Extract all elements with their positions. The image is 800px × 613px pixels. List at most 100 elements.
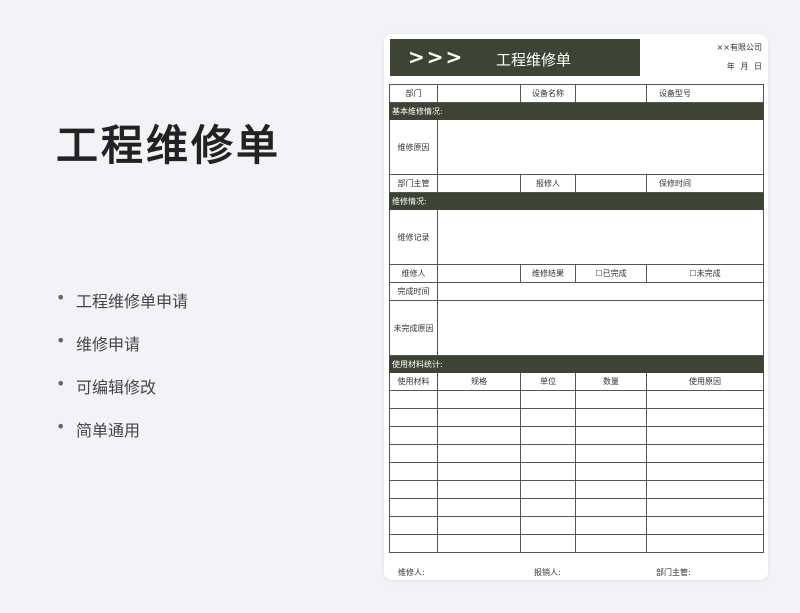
repair-form-table: 部门 设备名称 设备型号 基本维修情况: 维修原因 部门主管 报修人 保修时间 …	[389, 84, 764, 553]
column-header: 使用材料	[389, 372, 438, 391]
feature-list: • 工程维修单申请 • 维修申请 • 可编辑修改 • 简单通用	[56, 288, 188, 460]
table-cell[interactable]	[437, 390, 521, 409]
finish-time-label: 完成时间	[389, 282, 438, 301]
device-model-cell[interactable]: 设备型号	[646, 84, 764, 103]
table-cell[interactable]	[437, 516, 521, 535]
table-header-row: 使用材料 规格 单位 数量 使用原因	[389, 372, 764, 391]
table-cell[interactable]	[437, 462, 521, 481]
repair-reason-field[interactable]	[437, 119, 764, 175]
table-cell[interactable]	[575, 516, 647, 535]
repair-record-field[interactable]	[437, 209, 764, 265]
column-header: 使用原因	[646, 372, 764, 391]
table-row	[389, 426, 764, 445]
table-cell[interactable]	[575, 498, 647, 517]
table-cell[interactable]	[646, 480, 764, 499]
device-model-label: 设备型号	[659, 89, 691, 98]
table-cell[interactable]	[646, 462, 764, 481]
table-row	[389, 480, 764, 499]
table-cell[interactable]	[520, 408, 576, 427]
table-cell[interactable]	[520, 534, 576, 553]
table-cell[interactable]	[389, 462, 438, 481]
table-cell[interactable]	[437, 444, 521, 463]
table-cell[interactable]	[520, 480, 576, 499]
feature-label: 维修申请	[76, 335, 141, 354]
table-row	[389, 516, 764, 535]
table-row	[389, 534, 764, 553]
table-cell[interactable]	[646, 534, 764, 553]
table-cell[interactable]	[437, 498, 521, 517]
dept-manager-label: 部门主管	[389, 174, 438, 193]
table-cell[interactable]	[575, 462, 647, 481]
table-cell[interactable]	[520, 426, 576, 445]
table-cell[interactable]	[389, 390, 438, 409]
table-row: 未完成原因	[389, 300, 764, 356]
date-line: 年 月 日	[726, 62, 762, 71]
reporter-field[interactable]	[575, 174, 647, 193]
table-cell[interactable]	[389, 444, 438, 463]
table-cell[interactable]	[575, 444, 647, 463]
footer-repairer-label: 维修人:	[398, 568, 425, 577]
section-material-header: 使用材料统计:	[389, 355, 764, 373]
table-cell[interactable]	[437, 426, 521, 445]
unfinished-reason-field[interactable]	[437, 300, 764, 356]
document-preview[interactable]: >>> 工程维修单 ××有限公司 年 月 日 部门 设备名称 设备型号 基本维修…	[384, 34, 768, 580]
table-row	[389, 462, 764, 481]
dept-label: 部门	[389, 84, 438, 103]
table-cell[interactable]	[520, 516, 576, 535]
document-title: 工程维修单	[496, 51, 572, 69]
table-cell[interactable]	[389, 480, 438, 499]
table-cell[interactable]	[646, 444, 764, 463]
dept-field[interactable]	[437, 84, 521, 103]
table-cell[interactable]	[520, 498, 576, 517]
feature-item: • 简单通用	[56, 417, 188, 460]
table-cell[interactable]	[437, 408, 521, 427]
feature-item: • 维修申请	[56, 331, 188, 374]
table-cell[interactable]	[520, 390, 576, 409]
dept-manager-field[interactable]	[437, 174, 521, 193]
finish-time-field[interactable]	[437, 282, 764, 301]
not-completed-checkbox[interactable]: ☐未完成	[646, 264, 764, 283]
table-cell[interactable]	[520, 462, 576, 481]
table-row	[389, 408, 764, 427]
reporter-label: 报修人	[520, 174, 576, 193]
table-cell[interactable]	[389, 426, 438, 445]
completed-checkbox[interactable]: ☐已完成	[575, 264, 647, 283]
column-header: 规格	[437, 372, 521, 391]
table-row	[389, 390, 764, 409]
table-cell[interactable]	[646, 390, 764, 409]
table-cell[interactable]	[646, 408, 764, 427]
table-cell[interactable]	[575, 480, 647, 499]
bullet-icon: •	[56, 417, 66, 436]
result-label: 维修结果	[520, 264, 576, 283]
arrows-icon: >>>	[408, 45, 465, 69]
repair-record-label: 维修记录	[389, 209, 438, 265]
table-cell[interactable]	[646, 516, 764, 535]
section-repair-header: 维修情况:	[389, 192, 764, 210]
table-cell[interactable]	[437, 534, 521, 553]
footer-seller-label: 报销人:	[534, 568, 561, 577]
bullet-icon: •	[56, 331, 66, 350]
table-cell[interactable]	[437, 480, 521, 499]
table-cell[interactable]	[389, 408, 438, 427]
table-cell[interactable]	[389, 534, 438, 553]
table-cell[interactable]	[389, 516, 438, 535]
table-cell[interactable]	[389, 498, 438, 517]
table-cell[interactable]	[575, 390, 647, 409]
table-row	[389, 444, 764, 463]
warranty-time-cell[interactable]: 保修时间	[646, 174, 764, 193]
table-row: 部门主管 报修人 保修时间	[389, 174, 764, 193]
table-row: 部门 设备名称 设备型号	[389, 84, 764, 103]
bullet-icon: •	[56, 374, 66, 393]
table-cell[interactable]	[520, 444, 576, 463]
table-cell[interactable]	[646, 498, 764, 517]
table-cell[interactable]	[575, 426, 647, 445]
table-cell[interactable]	[575, 408, 647, 427]
table-cell[interactable]	[646, 426, 764, 445]
repair-reason-label: 维修原因	[389, 119, 438, 175]
warranty-time-label: 保修时间	[659, 179, 691, 188]
feature-label: 工程维修单申请	[76, 292, 189, 311]
table-cell[interactable]	[575, 534, 647, 553]
repairer-field[interactable]	[437, 264, 521, 283]
device-name-field[interactable]	[575, 84, 647, 103]
company-name: ××有限公司	[716, 43, 762, 52]
